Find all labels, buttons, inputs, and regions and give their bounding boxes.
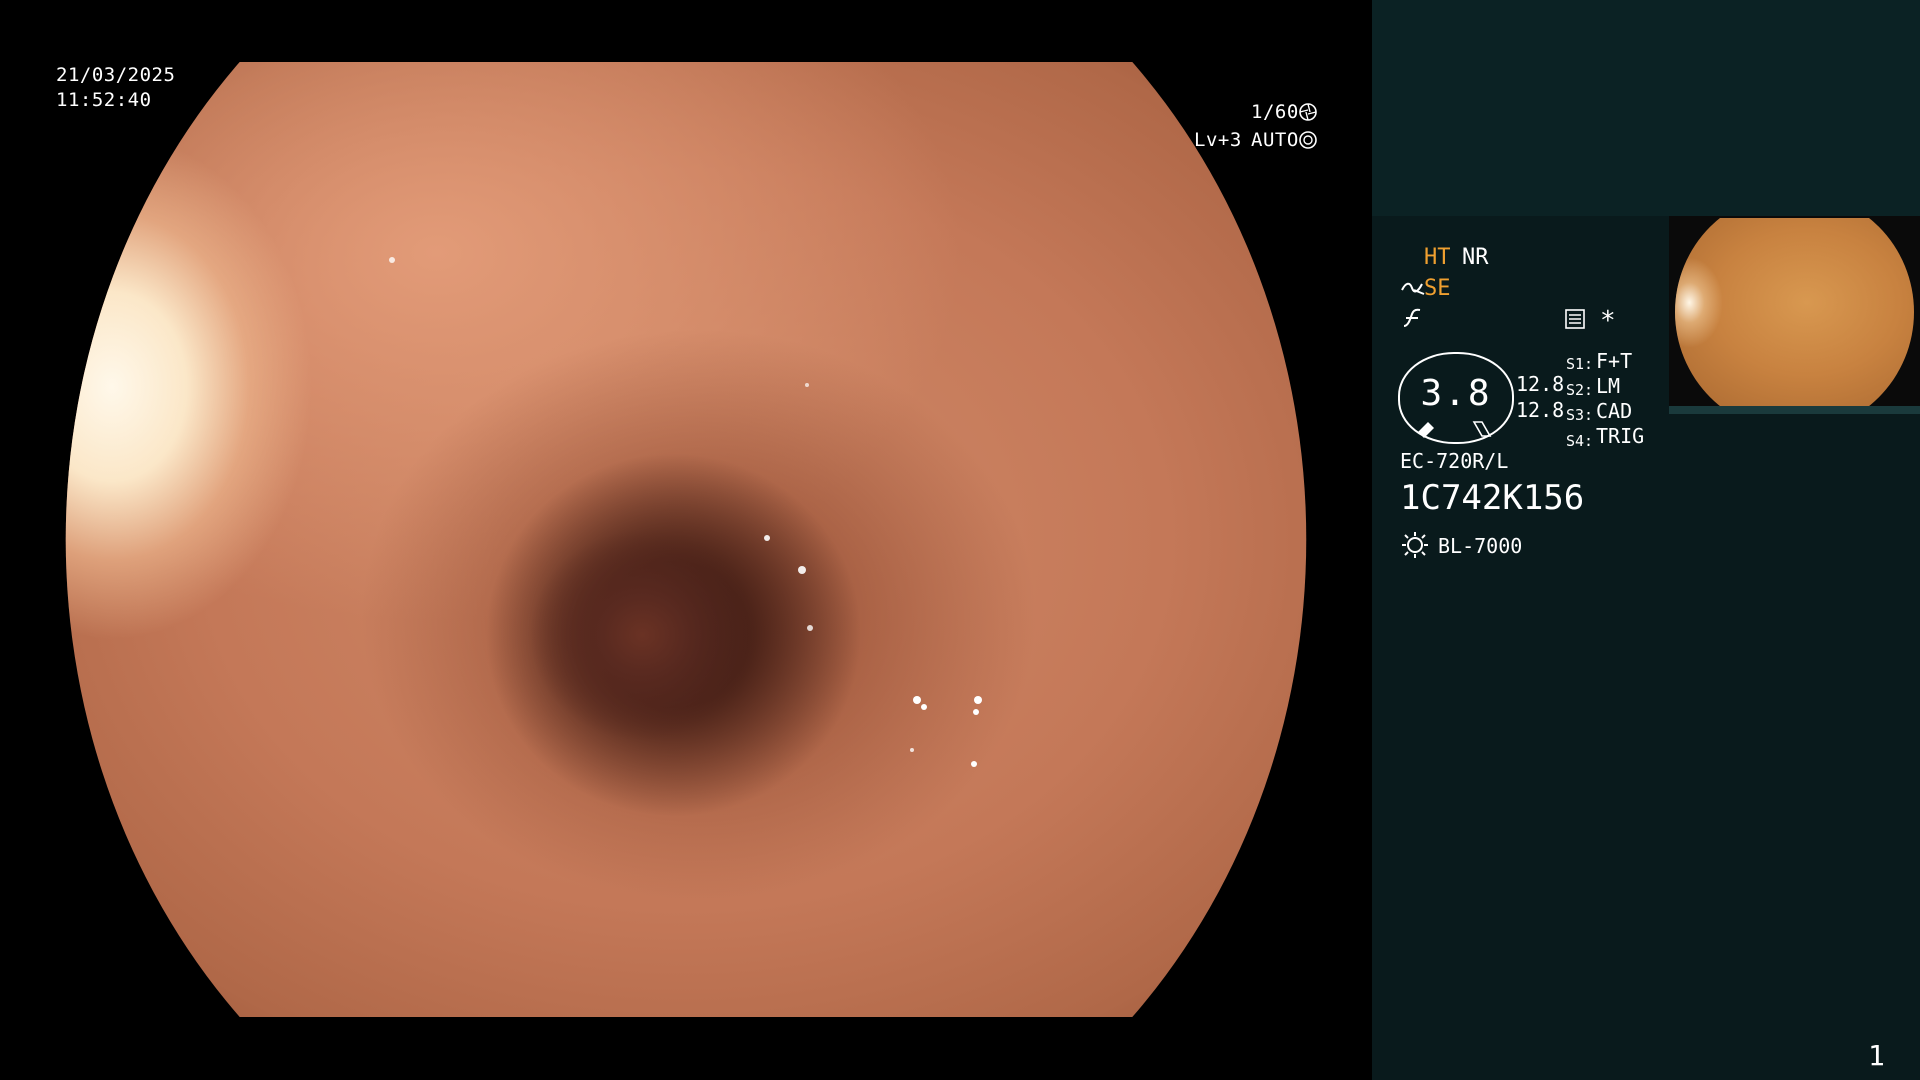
shutter-speed: 1/60 — [1251, 101, 1299, 123]
value-a: 12.8 — [1516, 372, 1565, 396]
exam-time: 11:52:40 — [56, 89, 152, 111]
gauge-left-marker — [1418, 422, 1434, 438]
se-indicator: SE — [1424, 276, 1451, 301]
aperture-icon — [1299, 103, 1317, 121]
switch-key: S4: — [1566, 432, 1594, 450]
page-number: 1 — [1868, 1039, 1885, 1072]
thumbnail-bar — [1669, 406, 1920, 414]
asterisk-indicator: * — [1600, 306, 1616, 336]
switch-key: S2: — [1566, 381, 1594, 399]
switch-value: F+T — [1596, 349, 1633, 373]
nr-indicator: NR — [1462, 245, 1489, 270]
iris-icon — [1299, 131, 1317, 149]
switch-value: CAD — [1596, 399, 1633, 423]
switch-value: LM — [1596, 374, 1621, 398]
brightness-level: Lv+3 — [1194, 129, 1242, 151]
mucosa-highlights — [389, 257, 982, 767]
endoscope-view-area — [0, 0, 1372, 1080]
gauge-right-marker — [1472, 421, 1492, 437]
tilde-arrow-icon — [1401, 282, 1425, 295]
zoom-gauge: 3.8 — [1398, 352, 1514, 444]
scope-serial: 1C742K156 — [1400, 478, 1585, 518]
switch-key: S1: — [1566, 355, 1594, 373]
light-source-model: BL-7000 — [1438, 534, 1523, 558]
memo-icon — [1565, 309, 1585, 329]
switch-value: TRIG — [1596, 424, 1645, 448]
iris-mode: AUTO — [1251, 129, 1299, 151]
captured-thumbnail[interactable] — [1669, 216, 1920, 414]
switch-key: S3: — [1566, 406, 1594, 424]
value-b: 12.8 — [1516, 398, 1565, 422]
thumbnail-image — [1675, 218, 1914, 406]
sidebar-header-panel — [1372, 0, 1920, 216]
function-icon — [1403, 308, 1421, 327]
endoscope-live-image — [65, 62, 1307, 1017]
scope-model: EC-720R/L — [1400, 449, 1509, 473]
exam-date: 21/03/2025 — [56, 64, 176, 86]
gauge-value: 3.8 — [1420, 373, 1492, 414]
light-source-icon — [1402, 532, 1428, 558]
ht-indicator: HT — [1424, 245, 1451, 270]
